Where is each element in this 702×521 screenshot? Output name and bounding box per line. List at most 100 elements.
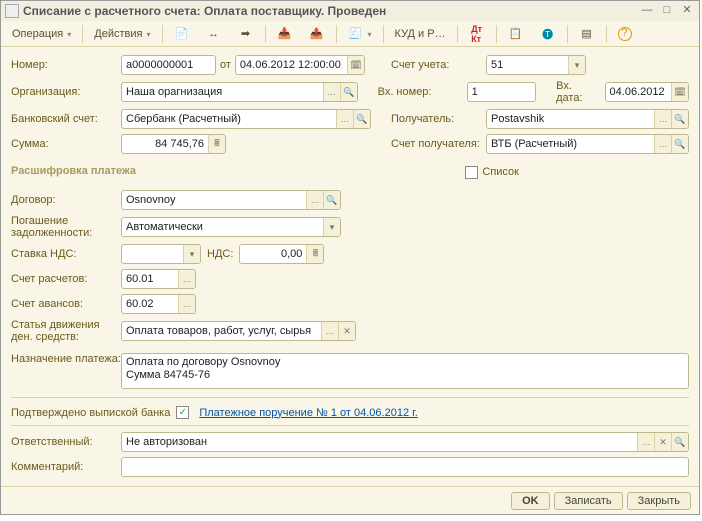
select-icon[interactable]: … <box>637 433 654 451</box>
toolbar-kudir-button[interactable]: КУД и Р… <box>388 24 453 44</box>
minimize-button[interactable]: — <box>639 4 655 18</box>
label-from: от <box>220 59 231 71</box>
toolbar-list-button[interactable]: ▤ <box>572 24 602 44</box>
label-dds: Статья движения ден. средств: <box>11 319 121 343</box>
section-title: Расшифровка платежа <box>11 165 136 177</box>
clear-icon[interactable]: ✕ <box>654 433 671 451</box>
in-date-field[interactable]: 🗓 <box>605 82 689 102</box>
select-icon[interactable]: … <box>654 110 671 128</box>
search-icon[interactable]: 🔍 <box>323 191 340 209</box>
vat-rate-field[interactable]: ▾ <box>121 244 201 264</box>
close-window-button[interactable]: ✕ <box>679 4 695 18</box>
print-icon: 🅣 <box>540 26 556 42</box>
advance-field[interactable]: … <box>121 294 196 314</box>
label-debt: Погашение задолженности: <box>11 215 121 239</box>
actions-menu[interactable]: Действия <box>87 24 157 44</box>
label-receiver-account: Счет получателя: <box>391 138 486 150</box>
label-contract: Договор: <box>11 194 121 206</box>
toolbar-dtk-button[interactable]: ДтКт <box>462 24 492 44</box>
label-in-date: Вх. дата: <box>556 80 598 104</box>
toolbar-refresh-button[interactable]: ↔ <box>199 24 229 44</box>
label-settlement: Счет расчетов: <box>11 273 121 285</box>
label-vat-rate: Ставка НДС: <box>11 248 121 260</box>
label-advance: Счет авансов: <box>11 298 121 310</box>
dropdown-icon[interactable]: ▾ <box>568 56 585 74</box>
label-confirmed: Подтверждено выпиской банка <box>11 407 170 419</box>
dtk-icon: ДтКт <box>469 26 485 42</box>
ok-button[interactable]: OK <box>511 492 550 510</box>
number-field[interactable] <box>121 55 216 75</box>
doc-unpost-icon: 📤 <box>309 26 325 42</box>
comment-field[interactable] <box>121 457 689 477</box>
toolbar-unpost-button[interactable]: 📤 <box>302 24 332 44</box>
label-responsible: Ответственный: <box>11 436 121 448</box>
label-account: Счет учета: <box>391 59 486 71</box>
toolbar-post-button[interactable]: 📄 <box>167 24 197 44</box>
receiver-account-field[interactable]: … 🔍 <box>486 134 689 154</box>
clear-icon[interactable]: ✕ <box>338 322 355 340</box>
maximize-button[interactable]: □ <box>659 4 675 18</box>
search-icon[interactable]: 🔍 <box>671 135 688 153</box>
date-picker-icon[interactable]: 🗓 <box>347 56 364 74</box>
payment-order-link[interactable]: Платежное поручение № 1 от 04.06.2012 г. <box>199 407 417 419</box>
date-picker-icon[interactable]: 🗓 <box>671 83 688 101</box>
list-checkbox[interactable]: Список <box>465 166 519 179</box>
toolbar-go-button[interactable]: ➡ <box>231 24 261 44</box>
calculator-icon[interactable]: 🖩 <box>306 245 323 263</box>
settlement-field[interactable]: … <box>121 269 196 289</box>
select-icon[interactable]: … <box>178 270 195 288</box>
select-icon[interactable]: … <box>306 191 323 209</box>
bank-account-field[interactable]: … 🔍 <box>121 109 371 129</box>
label-vat: НДС: <box>207 248 233 260</box>
close-button[interactable]: Закрыть <box>627 492 691 510</box>
select-icon[interactable]: … <box>336 110 353 128</box>
sum-field[interactable]: 🖩 <box>121 134 226 154</box>
confirmed-checkbox[interactable]: ✓ <box>176 406 189 419</box>
responsible-field[interactable]: … ✕ 🔍 <box>121 432 689 452</box>
account-field[interactable]: ▾ <box>486 55 586 75</box>
post-icon: 📄 <box>174 26 190 42</box>
toolbar-help-button[interactable]: ? <box>611 24 639 44</box>
report-icon: 📋 <box>508 26 524 42</box>
toolbar-report-button[interactable]: 📋 <box>501 24 531 44</box>
label-comment: Комментарий: <box>11 461 121 473</box>
operation-menu[interactable]: Операция <box>5 24 78 44</box>
title-bar: Списание с расчетного счета: Оплата пост… <box>1 1 699 21</box>
toolbar: Операция Действия 📄 ↔ ➡ 📥 📤 🧾 КУД и Р… Д… <box>1 21 699 47</box>
org-field[interactable]: … 🔍 <box>121 82 358 102</box>
select-icon[interactable]: … <box>321 322 338 340</box>
toolbar-print-button[interactable]: 🅣 <box>533 24 563 44</box>
debt-field[interactable]: ▾ <box>121 217 341 237</box>
label-sum: Сумма: <box>11 138 121 150</box>
go-icon: ➡ <box>238 26 254 42</box>
write-button[interactable]: Записать <box>554 492 623 510</box>
select-icon[interactable]: … <box>323 83 340 101</box>
calculator-icon[interactable]: 🖩 <box>208 135 225 153</box>
search-icon[interactable]: 🔍 <box>340 83 357 101</box>
date-field[interactable]: 🗓 <box>235 55 365 75</box>
search-icon[interactable]: 🔍 <box>671 433 688 451</box>
window-title: Списание с расчетного счета: Оплата пост… <box>23 4 635 18</box>
dropdown-icon[interactable]: ▾ <box>323 218 340 236</box>
label-purpose: Назначение платежа: <box>11 353 121 365</box>
help-icon: ? <box>618 27 632 41</box>
dds-field[interactable]: … ✕ <box>121 321 356 341</box>
search-icon[interactable]: 🔍 <box>353 110 370 128</box>
select-icon[interactable]: … <box>178 295 195 313</box>
in-number-field[interactable] <box>467 82 536 102</box>
checkbox-icon <box>465 166 478 179</box>
window-icon <box>5 4 19 18</box>
refresh-icon: ↔ <box>206 26 222 42</box>
search-icon[interactable]: 🔍 <box>671 110 688 128</box>
receiver-field[interactable]: … 🔍 <box>486 109 689 129</box>
toolbar-posted-button[interactable]: 📥 <box>270 24 300 44</box>
vat-field[interactable]: 🖩 <box>239 244 324 264</box>
label-in-number: Вх. номер: <box>378 86 467 98</box>
contract-field[interactable]: … 🔍 <box>121 190 341 210</box>
footer: OK Записать Закрыть <box>1 486 699 514</box>
purpose-field[interactable] <box>121 353 689 389</box>
toolbar-structure-button[interactable]: 🧾 <box>341 24 379 44</box>
dropdown-icon[interactable]: ▾ <box>183 245 200 263</box>
select-icon[interactable]: … <box>654 135 671 153</box>
structure-icon: 🧾 <box>348 26 364 42</box>
